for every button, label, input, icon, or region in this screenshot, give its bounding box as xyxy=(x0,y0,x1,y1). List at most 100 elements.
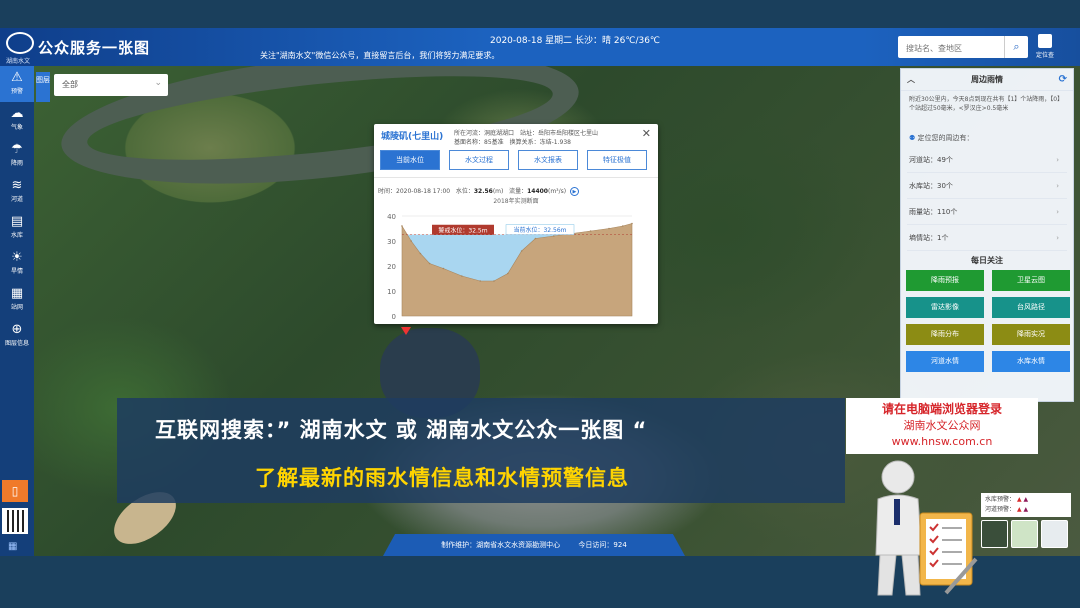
popup-header: 城陵矶(七里山) 所在河流：洞庭湖湖口 站址：岳阳市岳阳楼区七里山 基面名称：8… xyxy=(374,124,658,178)
basemap-vector[interactable] xyxy=(1041,520,1068,548)
time-label: 时间： xyxy=(378,188,397,195)
sidebar-item-layers[interactable]: ⊕ 图层信息 xyxy=(0,318,34,354)
tab-current-level[interactable]: 当前水位 xyxy=(380,150,440,170)
station-marker[interactable] xyxy=(401,327,411,335)
chevron-right-icon: › xyxy=(1056,182,1059,190)
sidebar-item-rain[interactable]: ☂ 降雨 xyxy=(0,138,34,174)
search-input[interactable] xyxy=(898,37,1002,60)
reading-row: 时间：2020-08-18 17:00 水位：32.56(m) 流量：14400… xyxy=(378,186,579,196)
locate-label: 定位查 xyxy=(1035,52,1054,59)
sidebar-item-reservoir[interactable]: ▤ 水库 xyxy=(0,210,34,246)
close-icon[interactable]: ✕ xyxy=(642,127,651,140)
basemap-terrain[interactable] xyxy=(1011,520,1038,548)
rain-icon: ☂ xyxy=(11,142,23,157)
footer-bar: 制作维护：湖南省水文水资源勘测中心 今日访问：924 xyxy=(383,534,685,556)
profile-point xyxy=(419,252,422,255)
stat-label: 雨量站：110个 xyxy=(909,208,958,216)
sidebar-item-river[interactable]: ≋ 河道 xyxy=(0,174,34,210)
station-meta-line: 所在河流：洞庭湖湖口 站址：岳阳市岳阳楼区七里山 xyxy=(454,130,599,137)
logo-icon xyxy=(6,32,34,54)
profile-point xyxy=(507,272,509,275)
daily-button[interactable]: 河道水情 xyxy=(906,351,984,372)
stat-rain[interactable]: 雨量站：110个 › xyxy=(907,199,1067,225)
daily-button[interactable]: 水库水情 xyxy=(992,351,1070,372)
callout-line1: 请在电脑端浏览器登录 xyxy=(881,402,1002,416)
tab-extremes[interactable]: 特征极值 xyxy=(587,150,647,170)
region-dropdown[interactable]: 全部 ⌄ xyxy=(54,74,168,96)
y-tick-label: 30 xyxy=(387,238,396,246)
weather-icon: ☁ xyxy=(10,106,24,121)
legend-label: 水库预警： xyxy=(985,496,1016,503)
book-button[interactable]: ▯ xyxy=(2,480,28,502)
legend-label: 河道预警： xyxy=(985,506,1016,513)
collapse-icon[interactable]: ︿ xyxy=(907,69,915,91)
station-meta: 所在河流：洞庭湖湖口 站址：岳阳市岳阳楼区七里山 基面名称：85基准 换算关系：… xyxy=(454,129,634,147)
profile-point xyxy=(622,225,624,227)
stat-label: 河道站：49个 xyxy=(909,156,953,164)
sidebar-label: 河道 xyxy=(10,196,23,203)
stat-reservoir[interactable]: 水库站：30个 › xyxy=(907,173,1067,199)
play-icon[interactable]: ▶ xyxy=(569,187,579,196)
dropdown-value: 全部 xyxy=(62,80,78,89)
daily-button[interactable]: 降雨分布 xyxy=(906,324,984,345)
profile-point xyxy=(608,227,610,230)
chevron-down-icon: ⌄ xyxy=(154,78,162,88)
locate-summary: ⚉ 定位您的周边有： xyxy=(901,131,1073,147)
sidebar-item-warning[interactable]: ⚠ 预警 xyxy=(0,66,34,102)
chevron-right-icon: › xyxy=(1056,208,1059,216)
river-icon: ≋ xyxy=(11,178,23,193)
qr-code xyxy=(2,508,28,534)
footer-visits: 今日访问：924 xyxy=(578,541,627,549)
layer-tab[interactable]: 图层 xyxy=(36,72,50,102)
locate-icon xyxy=(1038,34,1052,48)
daily-button[interactable]: 降雨实况 xyxy=(992,324,1070,345)
y-tick-label: 20 xyxy=(387,263,396,271)
daily-button[interactable]: 雷达影像 xyxy=(906,297,984,318)
profile-point xyxy=(534,237,537,240)
profile-point xyxy=(553,235,555,237)
profile-point xyxy=(461,275,463,277)
profile-point xyxy=(410,240,412,242)
daily-button[interactable]: 降雨预报 xyxy=(906,270,984,291)
y-tick-label: 10 xyxy=(387,288,396,296)
profile-point xyxy=(401,225,403,227)
tab-hydro-process[interactable]: 水文过程 xyxy=(449,150,509,170)
reservoir-icon: ▤ xyxy=(10,214,24,229)
locate-button[interactable]: 定位查 xyxy=(1031,34,1059,64)
legend-reservoir: 水库预警： ▲ ▲ xyxy=(985,495,1067,505)
level-label: 水位： xyxy=(455,188,474,195)
mascot-figure xyxy=(875,460,978,596)
stat-label: 水库站：30个 xyxy=(909,182,953,190)
flow-label: 流量： xyxy=(509,188,528,195)
sidebar-item-drought[interactable]: ☀ 旱情 xyxy=(0,246,34,282)
date-weather: 2020-08-18 星期二 长沙：晴 26℃/36℃ xyxy=(490,36,661,46)
y-tick-label: 0 xyxy=(392,313,396,321)
refresh-icon[interactable]: ⟳ xyxy=(1059,69,1067,91)
login-callout: 请在电脑端浏览器登录 湖南水文公众网 www.hnsw.com.cn xyxy=(846,398,1038,454)
sidebar-item-weather[interactable]: ☁ 气象 xyxy=(0,102,34,138)
banner-line2: 了解最新的雨水情信息和水情预警信息 xyxy=(255,466,629,490)
purple-triangle-icon: ▲ xyxy=(1023,496,1029,503)
stat-river[interactable]: 河道站：49个 › xyxy=(907,147,1067,173)
level-unit: (m) xyxy=(492,188,504,195)
sidebar-item-station[interactable]: ▦ 站网 xyxy=(0,282,34,318)
notice-text: 关注"湖南水文"微信公众号，直接留言后台，我们将努力满足要求。 xyxy=(260,51,500,60)
basemap-satellite[interactable] xyxy=(981,520,1008,548)
station-meta-line: 基面名称：85基准 换算关系：冻结-1.938 xyxy=(454,139,571,146)
cross-section-chart: 0 10 20 30 40 警戒水位：32.5m 当前水位：32.56m xyxy=(376,204,656,322)
daily-button[interactable]: 卫星云图 xyxy=(992,270,1070,291)
stat-soil[interactable]: 墒情站：1个 › xyxy=(907,225,1067,251)
grid-icon[interactable]: ▦ xyxy=(8,541,17,552)
daily-title: 每日关注 xyxy=(971,256,1003,265)
sidebar-label: 图层信息 xyxy=(4,340,29,347)
time-value: 2020-08-18 17:00 xyxy=(396,188,451,195)
people-icon: ⚉ xyxy=(909,134,916,142)
tab-hydro-report[interactable]: 水文报表 xyxy=(518,150,578,170)
sidebar-label: 站网 xyxy=(10,304,23,311)
globe-icon: ⊕ xyxy=(11,322,23,337)
daily-button[interactable]: 台风路径 xyxy=(992,297,1070,318)
purple-triangle-icon: ▲ xyxy=(1023,506,1029,513)
chevron-right-icon: › xyxy=(1056,156,1059,164)
profile-point xyxy=(442,267,445,270)
search-button[interactable]: ⌕ xyxy=(1004,36,1028,58)
